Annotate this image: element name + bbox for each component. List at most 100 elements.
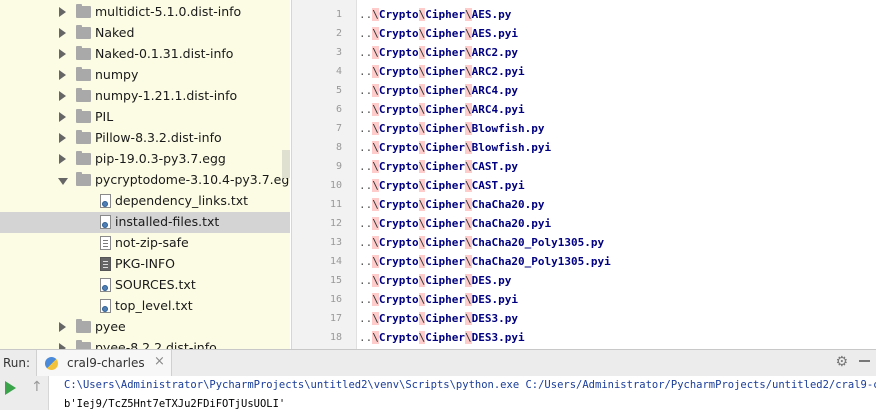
editor-pane[interactable]: 1 ..\Crypto\Cipher\AES.py 2 ..\Crypto\Ciphe… [291, 0, 876, 349]
code-text: ..\Crypto\Cipher\DES.pyi [359, 293, 518, 306]
tree-item-label: pycryptodome-3.10.4-py3.7.egg-i [95, 172, 290, 187]
path-prefix: .. [359, 84, 373, 97]
code-line[interactable]: 13 ..\Crypto\Cipher\ChaCha20_Poly1305.py [292, 234, 876, 253]
code-line[interactable]: 3 ..\Crypto\Cipher\ARC2.py [292, 44, 876, 63]
path-separator: \ [372, 179, 379, 192]
close-icon[interactable]: × [154, 354, 165, 369]
tree-item[interactable]: SOURCES.txt [0, 275, 290, 296]
path-separator: \ [465, 236, 472, 249]
tree-item[interactable]: numpy [0, 65, 290, 86]
path-separator: \ [465, 331, 472, 344]
tree-item[interactable]: numpy-1.21.1.dist-info [0, 86, 290, 107]
tree-item[interactable]: multidict-5.1.0.dist-info [0, 2, 290, 23]
tree-item-label: pyee [95, 319, 126, 334]
file-name: ARC4.py [471, 84, 518, 97]
path-separator: \ [372, 141, 379, 154]
path-separator: \ [465, 65, 472, 78]
code-line[interactable]: 8 ..\Crypto\Cipher\Blowfish.pyi [292, 139, 876, 158]
code-line[interactable]: 15 ..\Crypto\Cipher\DES.py [292, 272, 876, 291]
path-segment: Cipher [425, 8, 465, 21]
code-line[interactable]: 7 ..\Crypto\Cipher\Blowfish.py [292, 120, 876, 139]
file-icon [100, 236, 111, 250]
chevron-down-icon[interactable] [58, 178, 68, 185]
path-separator: \ [465, 103, 472, 116]
tree-item-label: SOURCES.txt [115, 277, 196, 292]
code-line[interactable]: 14 ..\Crypto\Cipher\ChaCha20_Poly1305.pyi [292, 253, 876, 272]
path-separator: \ [372, 255, 379, 268]
chevron-right-icon[interactable] [59, 28, 66, 38]
line-number: 7 [335, 123, 342, 134]
chevron-right-icon[interactable] [59, 112, 66, 122]
path-segment: Cipher [425, 103, 465, 116]
tree-item[interactable]: pycryptodome-3.10.4-py3.7.egg-i [0, 170, 290, 191]
path-segment: Crypto [378, 179, 419, 192]
tree-item[interactable]: pyee-8.2.2.dist-info [0, 338, 290, 349]
code-line[interactable]: 12 ..\Crypto\Cipher\ChaCha20.pyi [292, 215, 876, 234]
tree-item[interactable]: dependency_links.txt [0, 191, 290, 212]
code-line[interactable]: 4 ..\Crypto\Cipher\ARC2.pyi [292, 63, 876, 82]
path-separator: \ [465, 217, 472, 230]
code-line[interactable]: 9 ..\Crypto\Cipher\CAST.py [292, 158, 876, 177]
tree-scrollbar-thumb[interactable] [282, 150, 290, 178]
path-separator: \ [465, 255, 472, 268]
tree-item[interactable]: installed-files.txt [0, 212, 290, 233]
chevron-right-icon[interactable] [59, 133, 66, 143]
path-prefix: .. [359, 65, 373, 78]
path-separator: \ [465, 312, 472, 325]
python-icon [45, 357, 58, 370]
line-number: 8 [335, 142, 342, 153]
folder-icon [76, 109, 91, 123]
chevron-right-icon[interactable] [59, 91, 66, 101]
path-prefix: .. [359, 274, 373, 287]
tree-item[interactable]: PIL [0, 107, 290, 128]
code-text: ..\Crypto\Cipher\ChaCha20.py [359, 198, 544, 211]
path-separator: \ [372, 160, 379, 173]
folder-icon [76, 151, 91, 165]
code-text: ..\Crypto\Cipher\DES3.pyi [359, 331, 525, 344]
tree-item[interactable]: PKG-INFO [0, 254, 290, 275]
folder-icon [76, 67, 91, 81]
path-segment: Cipher [425, 27, 465, 40]
code-text: ..\Crypto\Cipher\CAST.pyi [359, 179, 525, 192]
chevron-right-icon[interactable] [59, 70, 66, 80]
code-line[interactable]: 2 ..\Crypto\Cipher\AES.pyi [292, 25, 876, 44]
code-line[interactable]: 16 ..\Crypto\Cipher\DES.pyi [292, 291, 876, 310]
path-prefix: .. [359, 255, 373, 268]
code-line[interactable]: 11 ..\Crypto\Cipher\ChaCha20.py [292, 196, 876, 215]
tree-item[interactable]: Pillow-8.3.2.dist-info [0, 128, 290, 149]
tree-item[interactable]: top_level.txt [0, 296, 290, 317]
folder-icon [76, 46, 91, 60]
code-line[interactable]: 18 ..\Crypto\Cipher\DES3.pyi [292, 329, 876, 348]
chevron-right-icon[interactable] [59, 154, 66, 164]
minimize-icon[interactable] [859, 360, 870, 362]
run-tab[interactable]: cral9-charles × [36, 350, 172, 376]
code-line[interactable]: 5 ..\Crypto\Cipher\ARC4.py [292, 82, 876, 101]
path-separator: \ [372, 84, 379, 97]
rerun-play-icon[interactable] [5, 381, 16, 395]
path-segment: Cipher [425, 160, 465, 173]
tree-item[interactable]: Naked-0.1.31.dist-info [0, 44, 290, 65]
tree-item[interactable]: Naked [0, 23, 290, 44]
tree-item[interactable]: pip-19.0.3-py3.7.egg [0, 149, 290, 170]
path-segment: Cipher [425, 65, 465, 78]
file-name: ChaCha20.pyi [471, 217, 552, 230]
tree-item-label: pip-19.0.3-py3.7.egg [95, 151, 226, 166]
up-arrow-icon[interactable]: ↑ [31, 379, 43, 395]
tree-item[interactable]: not-zip-safe [0, 233, 290, 254]
gear-icon[interactable]: ⚙ [835, 354, 848, 370]
path-prefix: .. [359, 46, 373, 59]
chevron-right-icon[interactable] [59, 49, 66, 59]
chevron-right-icon[interactable] [59, 322, 66, 332]
path-separator: \ [465, 141, 472, 154]
tree-item[interactable]: pyee [0, 317, 290, 338]
path-segment: Crypto [378, 160, 419, 173]
code-line[interactable]: 17 ..\Crypto\Cipher\DES3.py [292, 310, 876, 329]
code-line[interactable]: 1 ..\Crypto\Cipher\AES.py [292, 6, 876, 25]
console-command-line: C:\Users\Administrator\PycharmProjects\u… [64, 379, 876, 391]
code-line[interactable]: 10 ..\Crypto\Cipher\CAST.pyi [292, 177, 876, 196]
line-number: 10 [329, 180, 342, 191]
path-separator: \ [372, 312, 379, 325]
chevron-right-icon[interactable] [59, 7, 66, 17]
file-name: DES3.pyi [471, 331, 525, 344]
code-line[interactable]: 6 ..\Crypto\Cipher\ARC4.pyi [292, 101, 876, 120]
